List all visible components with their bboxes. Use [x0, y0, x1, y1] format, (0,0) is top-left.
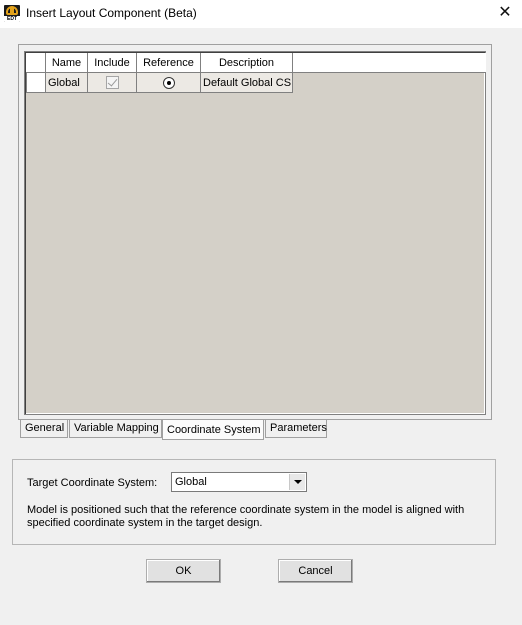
column-header-name[interactable]: Name — [46, 53, 88, 73]
coordinate-system-grid: Name Include Reference Description Globa… — [24, 51, 486, 415]
tab-parameters[interactable]: Parameters — [265, 420, 327, 438]
cancel-button[interactable]: Cancel — [278, 559, 353, 583]
reference-radio[interactable] — [162, 76, 175, 89]
cell-include[interactable] — [88, 73, 137, 93]
target-coordinate-value: Global — [175, 476, 207, 488]
grid-corner-cell[interactable] — [26, 53, 46, 73]
tab-variable-mapping[interactable]: Variable Mapping — [69, 420, 162, 438]
tab-panel: Name Include Reference Description Globa… — [18, 44, 492, 420]
ok-button[interactable]: OK — [146, 559, 221, 583]
target-coordinate-group: Target Coordinate System: Global Model i… — [12, 459, 496, 545]
column-header-include[interactable]: Include — [88, 53, 137, 73]
include-checkbox[interactable] — [105, 76, 119, 89]
row-filler — [293, 73, 486, 93]
grid-header-row: Name Include Reference Description — [26, 53, 486, 73]
tab-coordinate-system[interactable]: Coordinate System — [162, 420, 264, 440]
cell-description[interactable]: Default Global CS — [201, 73, 293, 93]
target-coordinate-label: Target Coordinate System: — [27, 477, 158, 489]
close-button[interactable]: ✕ — [488, 0, 522, 28]
title-bar: EDT Insert Layout Component (Beta) ✕ — [0, 0, 522, 28]
column-header-reference[interactable]: Reference — [137, 53, 201, 73]
window-title: Insert Layout Component (Beta) — [26, 6, 197, 20]
app-logo-icon: EDT — [4, 5, 20, 22]
tab-general[interactable]: General — [20, 420, 68, 438]
target-coordinate-select[interactable]: Global — [171, 472, 307, 492]
cell-reference[interactable] — [137, 73, 201, 93]
column-header-filler — [293, 53, 486, 73]
target-description: Model is positioned such that the refere… — [27, 504, 465, 529]
column-header-description[interactable]: Description — [201, 53, 293, 73]
row-header-cell[interactable] — [26, 73, 46, 93]
chevron-down-icon[interactable] — [289, 474, 305, 490]
cell-name[interactable]: Global — [46, 73, 88, 93]
table-row[interactable]: Global Default Global CS — [26, 73, 486, 93]
